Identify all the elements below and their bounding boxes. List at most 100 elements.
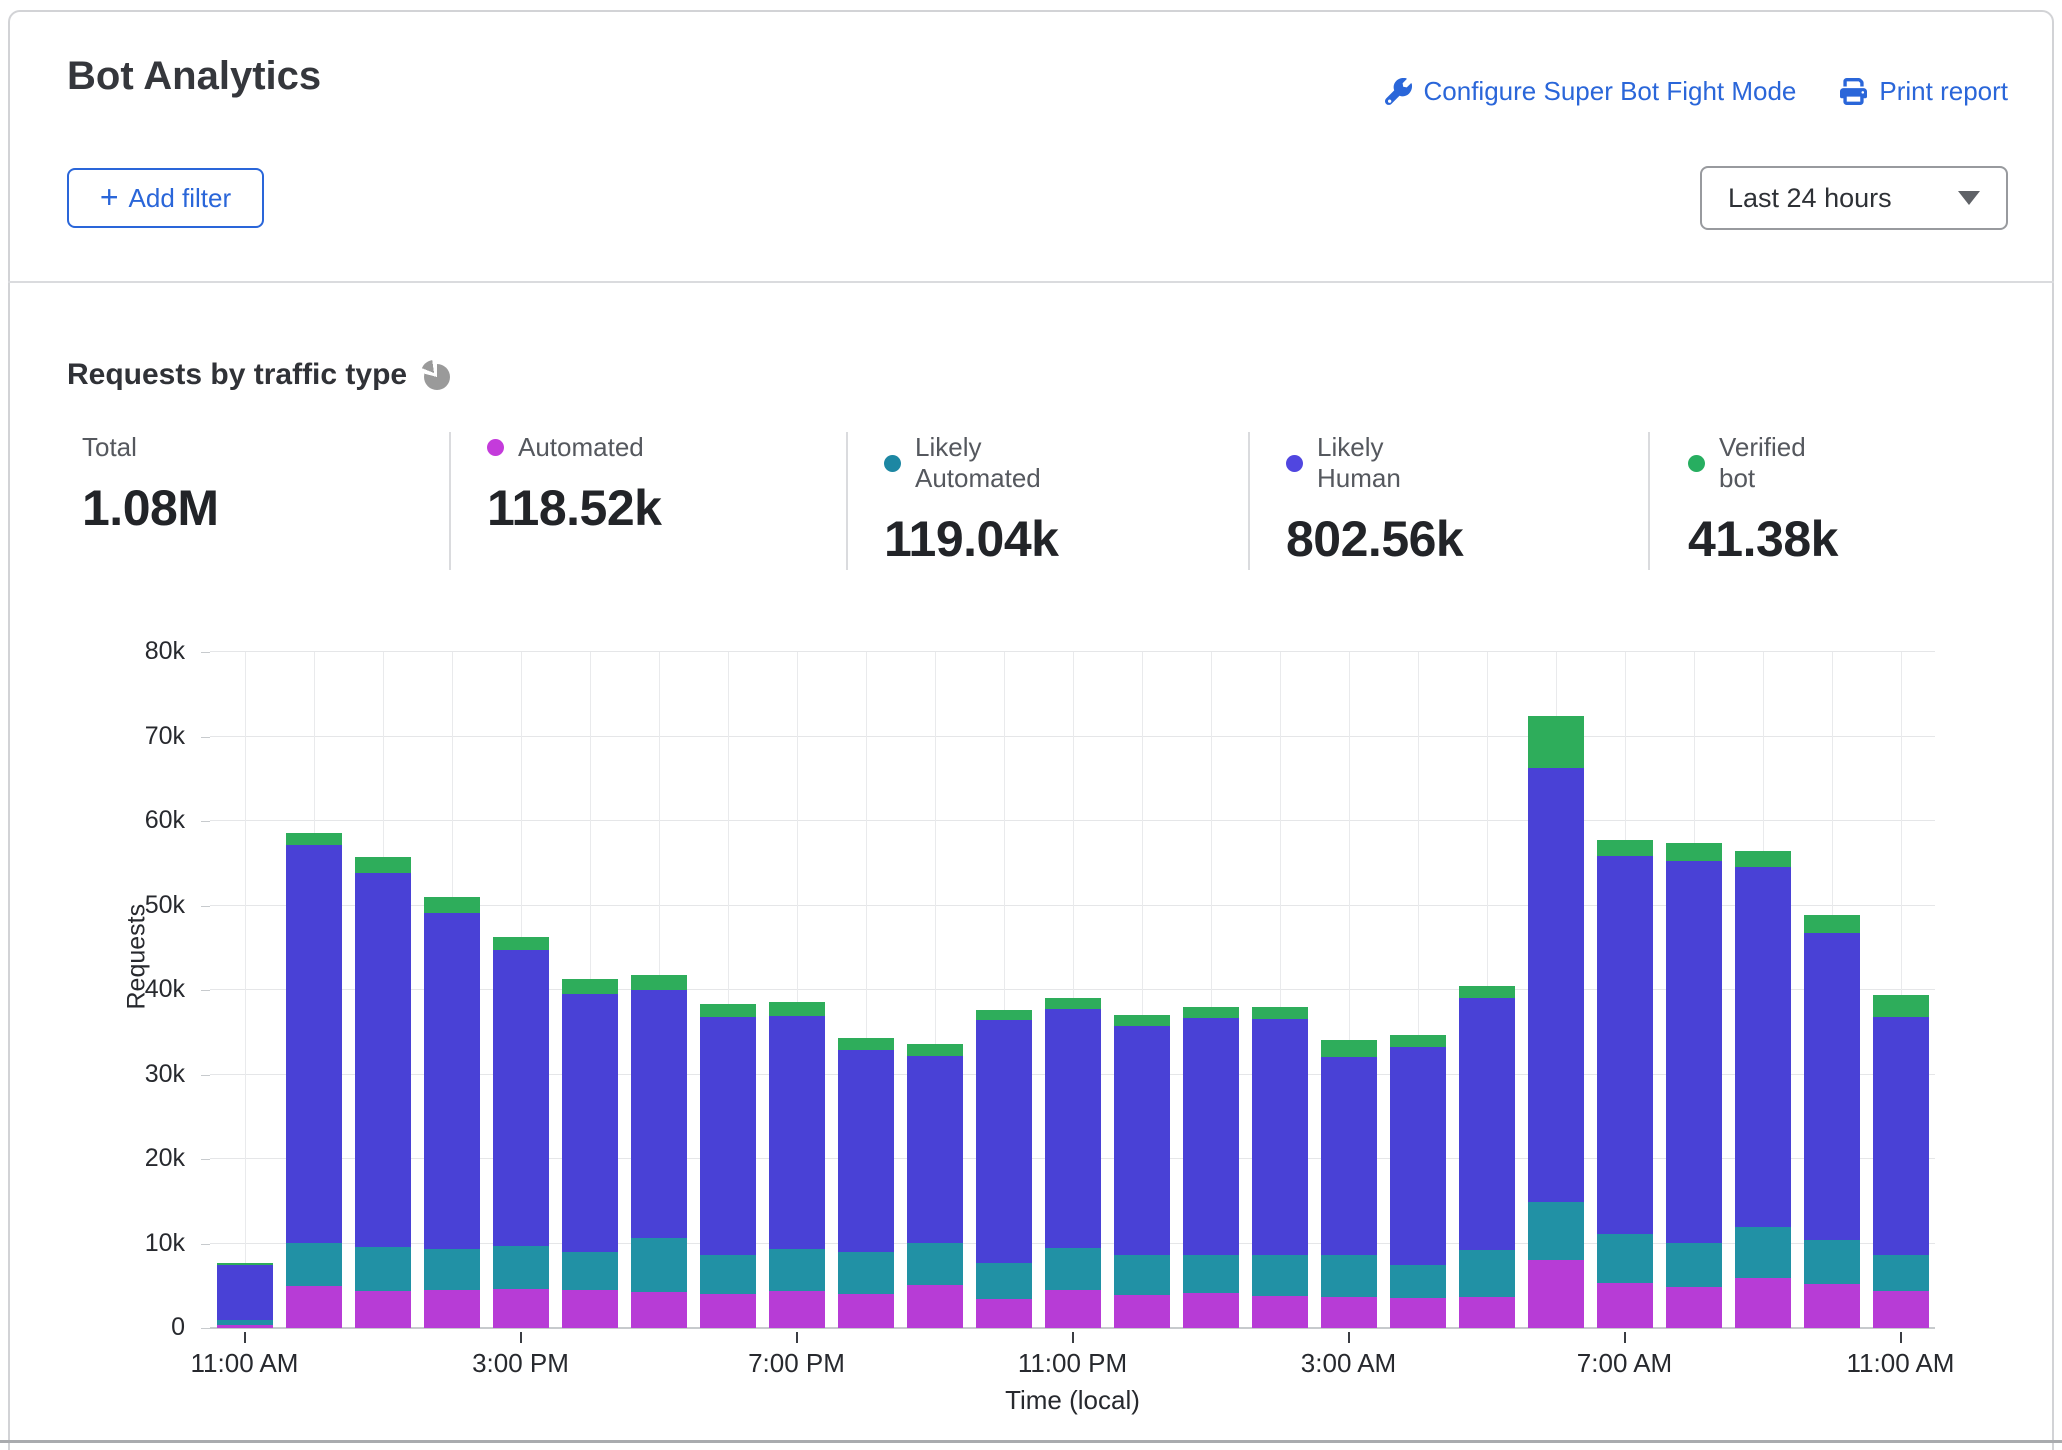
- stacked-bar-12-00-pm[interactable]: [286, 652, 342, 1328]
- stacked-bar-1-00-pm[interactable]: [355, 652, 411, 1328]
- stacked-bar-11-00-am[interactable]: [217, 652, 273, 1328]
- y-tick: [201, 1075, 210, 1076]
- section-title: Requests by traffic type: [67, 358, 407, 392]
- segment-likely-human: [976, 1020, 1032, 1263]
- plus-icon: +: [100, 181, 119, 213]
- segment-verified-bot: [1183, 1007, 1239, 1018]
- page-title: Bot Analytics: [67, 54, 321, 99]
- stacked-bar-4-00-pm[interactable]: [562, 652, 618, 1328]
- y-tick: [201, 652, 210, 653]
- segment-automated: [1390, 1298, 1446, 1328]
- stat-block-likely-automated: Likely Automated119.04k: [884, 432, 1058, 568]
- segment-verified-bot: [1735, 851, 1791, 868]
- stat-divider: [1248, 432, 1250, 570]
- add-filter-button[interactable]: + Add filter: [67, 168, 264, 228]
- stacked-bar-12-00-am[interactable]: [1114, 652, 1170, 1328]
- y-tick: [201, 1244, 210, 1245]
- stacked-bar-1-00-am[interactable]: [1183, 652, 1239, 1328]
- segment-likely-human: [700, 1017, 756, 1255]
- y-tick-label: 10k: [115, 1229, 185, 1258]
- segment-likely-automated: [1873, 1255, 1929, 1290]
- segment-likely-automated: [1666, 1243, 1722, 1288]
- segment-verified-bot: [355, 857, 411, 872]
- segment-likely-human: [355, 873, 411, 1247]
- segment-automated: [976, 1299, 1032, 1328]
- y-tick: [201, 990, 210, 991]
- legend-dot: [884, 455, 901, 472]
- segment-automated: [838, 1294, 894, 1328]
- stat-divider: [449, 432, 451, 570]
- print-report-link[interactable]: Print report: [1840, 76, 2008, 107]
- segment-likely-human: [838, 1050, 894, 1252]
- segment-automated: [1459, 1297, 1515, 1328]
- segment-automated: [769, 1291, 825, 1328]
- segment-likely-human: [1045, 1009, 1101, 1248]
- segment-likely-automated: [424, 1249, 480, 1290]
- time-range-select[interactable]: Last 24 hours: [1700, 166, 2008, 230]
- stacked-bar-11-00-pm[interactable]: [1045, 652, 1101, 1328]
- stacked-bar-10-00-pm[interactable]: [976, 652, 1032, 1328]
- stacked-bar-8-00-am[interactable]: [1666, 652, 1722, 1328]
- segment-verified-bot: [769, 1002, 825, 1016]
- x-tick-label: 11:00 AM: [165, 1348, 325, 1379]
- segment-verified-bot: [1390, 1035, 1446, 1047]
- stacked-bar-9-00-am[interactable]: [1735, 652, 1791, 1328]
- stat-value: 119.04k: [884, 510, 1058, 568]
- segment-likely-automated: [907, 1243, 963, 1285]
- stat-block-verified-bot: Verified bot41.38k: [1688, 432, 1838, 568]
- segment-likely-human: [907, 1056, 963, 1243]
- configure-super-bot-fight-mode-link[interactable]: Configure Super Bot Fight Mode: [1385, 76, 1797, 107]
- segment-likely-automated: [493, 1246, 549, 1289]
- stacked-bar-11-00-am[interactable]: [1873, 652, 1929, 1328]
- segment-likely-automated: [1528, 1202, 1584, 1260]
- stacked-bar-2-00-pm[interactable]: [424, 652, 480, 1328]
- segment-likely-human: [1183, 1018, 1239, 1255]
- bottom-divider: [0, 1440, 2062, 1443]
- segment-likely-automated: [838, 1252, 894, 1294]
- segment-likely-automated: [1390, 1265, 1446, 1297]
- stat-label: Total: [82, 432, 137, 463]
- segment-likely-human: [1321, 1057, 1377, 1255]
- stacked-bar-2-00-am[interactable]: [1252, 652, 1308, 1328]
- segment-automated: [1666, 1287, 1722, 1328]
- segment-automated: [1528, 1260, 1584, 1328]
- segment-likely-human: [1528, 768, 1584, 1202]
- stacked-bar-6-00-am[interactable]: [1528, 652, 1584, 1328]
- x-tick: [244, 1332, 246, 1343]
- stacked-bar-7-00-am[interactable]: [1597, 652, 1653, 1328]
- stacked-bar-7-00-pm[interactable]: [769, 652, 825, 1328]
- stacked-bar-10-00-am[interactable]: [1804, 652, 1860, 1328]
- segment-likely-automated: [700, 1255, 756, 1294]
- segment-automated: [424, 1290, 480, 1328]
- segment-likely-human: [1873, 1017, 1929, 1255]
- segment-automated: [1045, 1290, 1101, 1328]
- x-tick: [1900, 1332, 1902, 1343]
- segment-likely-automated: [355, 1247, 411, 1291]
- y-tick: [201, 737, 210, 738]
- stacked-bar-3-00-am[interactable]: [1321, 652, 1377, 1328]
- x-tick-label: 7:00 PM: [717, 1348, 877, 1379]
- stat-label: Automated: [518, 432, 644, 463]
- segment-automated: [1597, 1283, 1653, 1328]
- segment-likely-automated: [631, 1238, 687, 1292]
- segment-likely-human: [286, 845, 342, 1243]
- segment-likely-human: [562, 994, 618, 1252]
- stacked-bar-9-00-pm[interactable]: [907, 652, 963, 1328]
- segment-verified-bot: [631, 975, 687, 990]
- stacked-bar-5-00-am[interactable]: [1459, 652, 1515, 1328]
- segment-verified-bot: [838, 1038, 894, 1050]
- stacked-bar-5-00-pm[interactable]: [631, 652, 687, 1328]
- stacked-bar-3-00-pm[interactable]: [493, 652, 549, 1328]
- segment-verified-bot: [1666, 843, 1722, 861]
- time-range-value: Last 24 hours: [1728, 183, 1892, 214]
- segment-likely-human: [1114, 1026, 1170, 1255]
- stacked-bar-6-00-pm[interactable]: [700, 652, 756, 1328]
- stat-divider: [1648, 432, 1650, 570]
- stacked-bar-4-00-am[interactable]: [1390, 652, 1446, 1328]
- segment-automated: [1321, 1297, 1377, 1328]
- x-tick: [796, 1332, 798, 1343]
- plot-area[interactable]: [210, 652, 1935, 1328]
- segment-likely-human: [1666, 861, 1722, 1243]
- segment-likely-automated: [1321, 1255, 1377, 1297]
- stacked-bar-8-00-pm[interactable]: [838, 652, 894, 1328]
